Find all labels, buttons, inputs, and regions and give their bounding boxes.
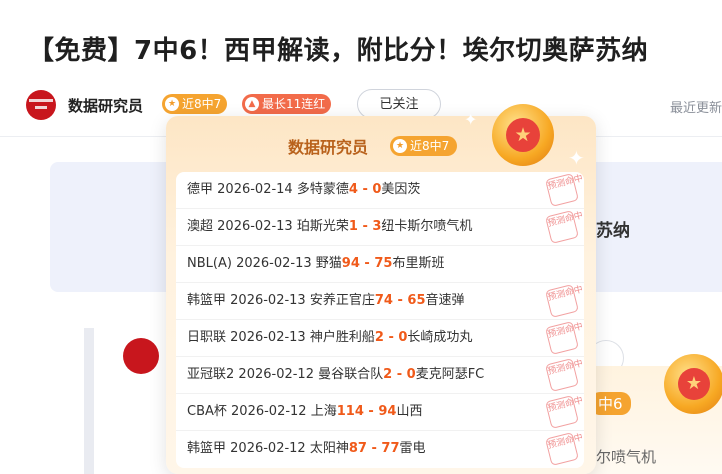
league: CBA杯: [187, 404, 227, 419]
score: 114 - 94: [336, 404, 397, 419]
author-avatar-secondary[interactable]: [123, 338, 159, 374]
date: 2026-02-13: [230, 330, 306, 345]
avatar-logo-line: [35, 106, 47, 109]
hit-stamp: 预测命中: [545, 173, 584, 207]
popup-author-name: 数据研究员: [288, 138, 369, 157]
secondary-card-text: 尔喷气机: [596, 448, 657, 466]
star-medal-icon: ★: [492, 104, 554, 166]
sparkle-icon: ✦: [464, 110, 478, 129]
score: 2 - 0: [383, 367, 416, 382]
hit-stamp: 预测命中: [545, 321, 584, 355]
streak-badge[interactable]: ▲ 最长11连红: [242, 94, 332, 114]
content-side-bar: [84, 328, 94, 474]
sparkle-icon: ✦: [568, 146, 585, 170]
author-avatar[interactable]: [26, 90, 56, 120]
date: 2026-02-13: [230, 293, 306, 308]
home-team: 上海: [310, 404, 337, 419]
score: 2 - 0: [374, 330, 408, 345]
date: 2026-02-13: [217, 219, 293, 234]
date: 2026-02-14: [217, 182, 293, 197]
away-team: 山西: [396, 404, 423, 419]
score: 94 - 75: [341, 256, 393, 271]
away-team: 长崎成功丸: [407, 330, 473, 345]
popup-record-label: 近8中7: [410, 139, 450, 153]
star-medal-icon: ★: [664, 354, 722, 414]
avatar-logo-line: [29, 99, 53, 102]
score: 87 - 77: [348, 441, 400, 456]
league: 澳超: [187, 219, 214, 234]
date: 2026-02-12: [238, 367, 314, 382]
secondary-badge: 中6: [590, 392, 631, 415]
star-icon: ★: [393, 138, 407, 153]
score: 4 - 0: [348, 182, 382, 197]
home-team: 安养正官庄: [309, 293, 375, 308]
away-team: 布里斯班: [392, 256, 445, 271]
away-team: 麦克阿瑟FC: [415, 367, 485, 382]
away-team: 纽卡斯尔喷气机: [381, 219, 473, 234]
hit-stamp: 预测命中: [545, 395, 584, 429]
home-team: 多特蒙德: [296, 182, 349, 197]
score: 74 - 65: [374, 293, 426, 308]
league: 韩篮甲: [187, 441, 227, 456]
recent-record-badge[interactable]: ★ 近8中7: [162, 94, 228, 114]
date: 2026-02-12: [230, 441, 306, 456]
record-item[interactable]: 澳超 2026-02-13 珀斯光荣1 - 3纽卡斯尔喷气机 预测命中: [176, 209, 584, 246]
article-title: 【免费】7中6！西甲解读，附比分！埃尔切奥萨苏纳: [28, 36, 649, 66]
hit-stamp: 预测命中: [545, 358, 584, 392]
recent-record-label: 近8中7: [182, 97, 222, 111]
home-team: 野猫: [315, 256, 342, 271]
record-item[interactable]: 日职联 2026-02-13 神户胜利船2 - 0长崎成功丸 预测命中: [176, 320, 584, 357]
record-item[interactable]: CBA杯 2026-02-12 上海114 - 94山西 预测命中: [176, 394, 584, 431]
record-popup: ✦ ✦ 数据研究员 ★ 近8中7 ★ 德甲 2026-02-14 多特蒙德4 - …: [166, 104, 596, 474]
star-icon: ★: [165, 96, 179, 111]
league: 韩篮甲: [187, 293, 227, 308]
star-icon: ★: [506, 118, 540, 152]
league: 亚冠联2: [187, 367, 235, 382]
record-list: 德甲 2026-02-14 多特蒙德4 - 0美因茨 预测命中 澳超 2026-…: [176, 172, 584, 468]
record-item[interactable]: 亚冠联2 2026-02-12 曼谷联合队2 - 0麦克阿瑟FC 预测命中: [176, 357, 584, 394]
away-team: 雷电: [399, 441, 426, 456]
record-item[interactable]: 德甲 2026-02-14 多特蒙德4 - 0美因茨 预测命中: [176, 172, 584, 209]
star-icon: ★: [678, 368, 710, 400]
hit-stamp: 预测命中: [545, 284, 584, 318]
league: 日职联: [187, 330, 227, 345]
record-item[interactable]: NBL(A) 2026-02-13 野猫94 - 75布里斯班: [176, 246, 584, 283]
author-name[interactable]: 数据研究员: [68, 95, 143, 116]
score: 1 - 3: [348, 219, 382, 234]
league: NBL(A): [187, 256, 232, 271]
record-item[interactable]: 韩篮甲 2026-02-13 安养正官庄74 - 65音速弹 预测命中: [176, 283, 584, 320]
popup-record-badge: ★ 近8中7: [390, 136, 458, 156]
record-item[interactable]: 韩篮甲 2026-02-12 太阳神87 - 77雷电 预测命中: [176, 431, 584, 468]
home-team: 珀斯光荣: [296, 219, 349, 234]
home-team: 曼谷联合队: [318, 367, 384, 382]
hit-stamp: 预测命中: [545, 210, 584, 244]
flame-icon: ▲: [245, 96, 259, 111]
home-team: 神户胜利船: [309, 330, 375, 345]
away-team: 美因茨: [381, 182, 421, 197]
streak-label: 最长11连红: [262, 97, 326, 111]
match-title-fragment: 苏纳: [596, 221, 630, 241]
date: 2026-02-12: [231, 404, 307, 419]
league: 德甲: [187, 182, 214, 197]
update-time: 最近更新: [670, 101, 722, 116]
follow-button[interactable]: 已关注: [357, 89, 441, 119]
home-team: 太阳神: [309, 441, 349, 456]
hit-stamp: 预测命中: [545, 432, 584, 466]
date: 2026-02-13: [236, 256, 312, 271]
away-team: 音速弹: [425, 293, 465, 308]
